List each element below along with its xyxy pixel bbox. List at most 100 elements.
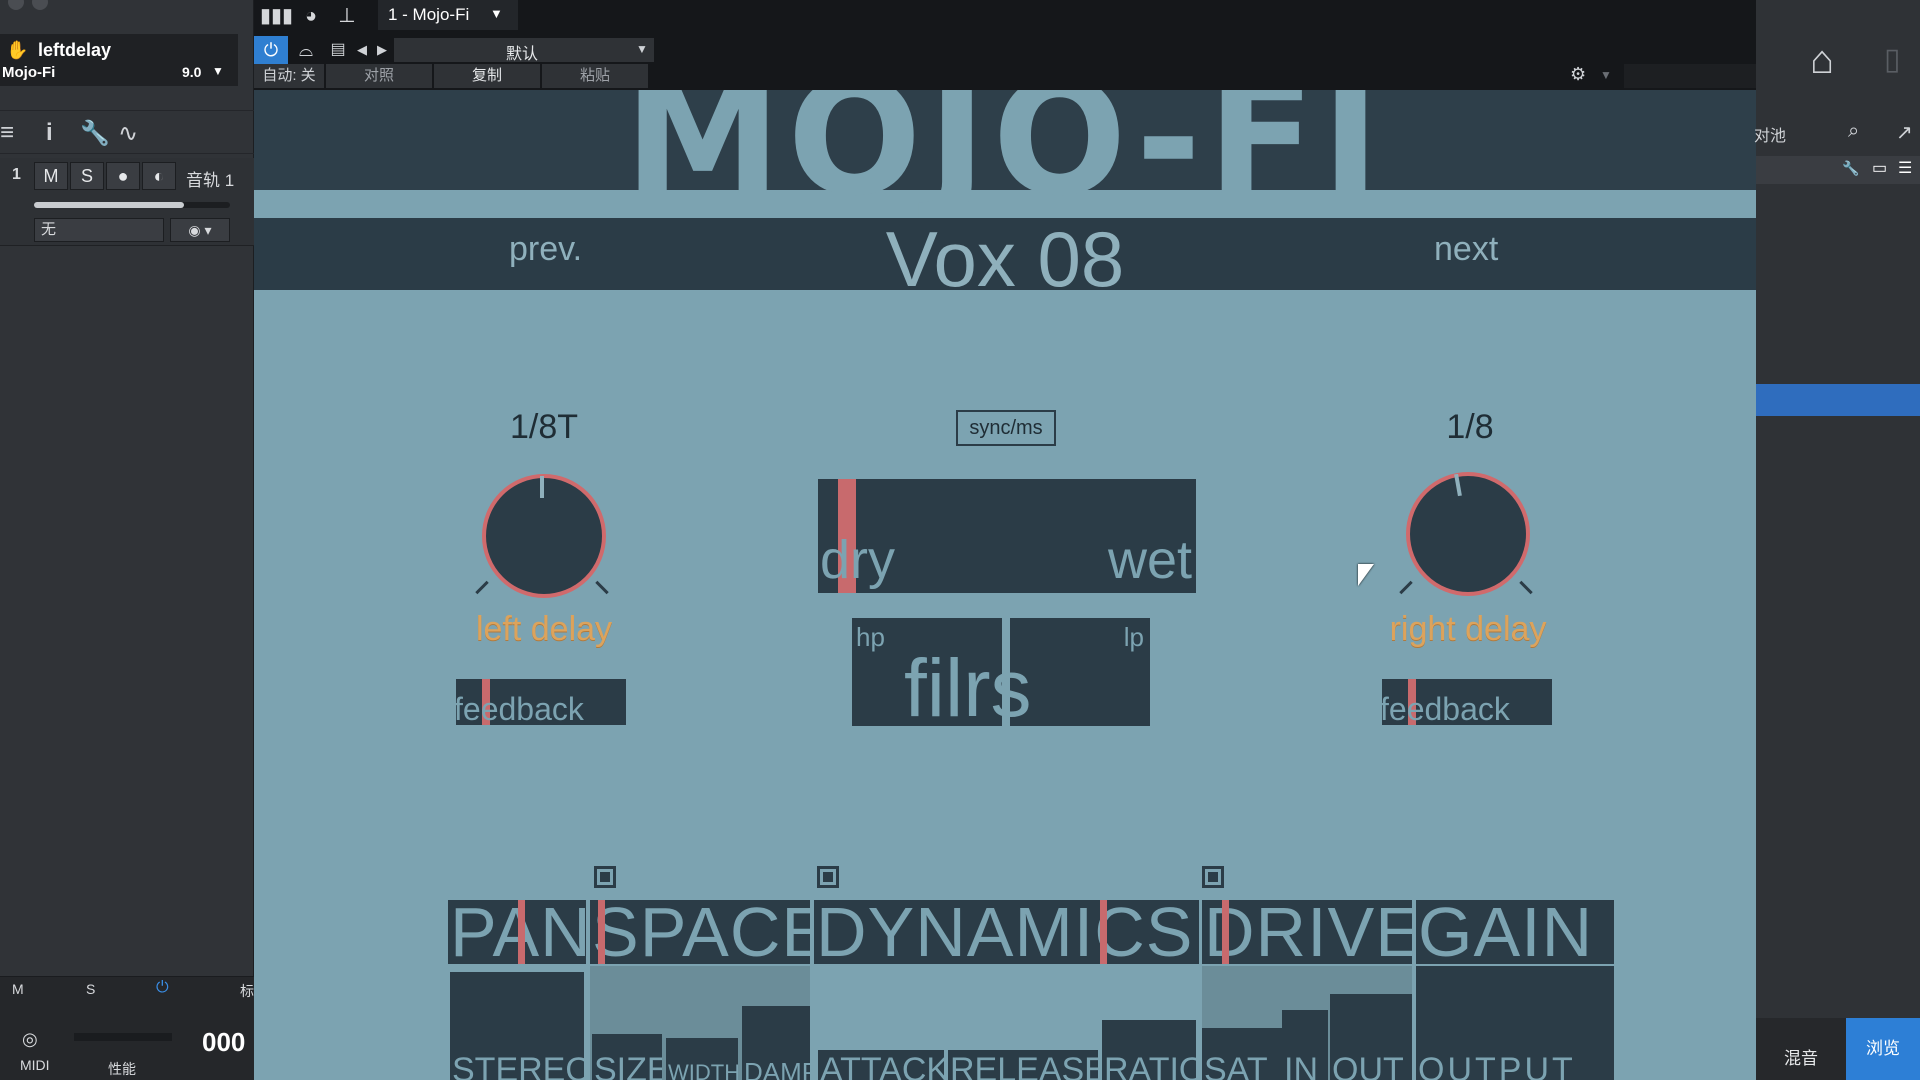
plugin-logo: MOJO-FI xyxy=(624,90,1386,231)
performance-label: 性能 xyxy=(108,1061,136,1077)
next-button[interactable]: next xyxy=(1434,230,1498,269)
version-select[interactable]: 9.0 xyxy=(182,64,201,80)
chevron-down-icon[interactable]: ▼ xyxy=(212,64,224,78)
feedback-label: feedback xyxy=(456,691,584,725)
mute-button[interactable]: M xyxy=(34,162,68,190)
right-delay-label: right delay xyxy=(1389,610,1547,648)
copy-button[interactable]: 复制 xyxy=(434,64,540,88)
dry-wet-slider[interactable]: dry wet xyxy=(818,479,1196,593)
out-bar[interactable]: OUT xyxy=(1330,994,1412,1080)
dynamics-enable-checkbox[interactable] xyxy=(817,866,839,888)
midi-icon: ◎ xyxy=(22,1029,38,1049)
monitor-button[interactable]: ◐ xyxy=(142,162,176,190)
paste-button[interactable]: 粘贴 xyxy=(542,64,648,88)
preset-select[interactable]: 默认 ▼ xyxy=(394,38,654,63)
window-close-dot[interactable] xyxy=(8,0,24,10)
chevron-down-icon[interactable]: ▼ xyxy=(636,42,648,56)
window-icon[interactable]: ▭ xyxy=(1872,158,1887,178)
space-enable-checkbox[interactable] xyxy=(594,866,616,888)
left-delay-label: left delay xyxy=(475,610,613,648)
damp-bar[interactable]: DAMP xyxy=(742,1006,810,1080)
power-icon[interactable]: ⏻ xyxy=(156,979,169,997)
home-icon[interactable]: ⌂ xyxy=(1810,38,1834,83)
nav-circle-icon[interactable]: ◕ xyxy=(296,2,326,30)
device-name: leftdelay xyxy=(38,40,112,60)
expand-icon[interactable]: ↗ xyxy=(1896,120,1913,145)
preset-name[interactable]: Vox 08 xyxy=(254,214,1756,305)
plugin-tab[interactable]: 1 - Mojo-Fi ▼ xyxy=(378,0,518,30)
drive-enable-checkbox[interactable] xyxy=(1202,866,1224,888)
output-bar[interactable]: OUTPUT xyxy=(1416,966,1614,1080)
space-section[interactable]: SPACE xyxy=(590,900,810,964)
record-button[interactable]: ● xyxy=(106,162,140,190)
chevron-down-icon[interactable]: ▼ xyxy=(490,6,503,21)
left-feedback-slider[interactable]: feedback xyxy=(456,679,626,725)
routing-icon[interactable]: ⊥ xyxy=(332,2,362,30)
chevron-down-icon[interactable]: ▼ xyxy=(1600,68,1612,82)
search-icon[interactable]: ⌕ xyxy=(1848,120,1859,143)
preset-list-icon[interactable]: ▤ xyxy=(326,36,350,64)
browse-button[interactable]: 浏览 xyxy=(1846,1018,1920,1080)
mix-button[interactable]: 混音 xyxy=(1784,1044,1818,1069)
solo-button[interactable]: S xyxy=(70,162,104,190)
volume-slider[interactable] xyxy=(34,202,230,208)
wrench-icon[interactable]: 🔧 xyxy=(80,119,110,148)
performance-meter xyxy=(74,1033,172,1041)
preset-bar: prev. Vox 08 next xyxy=(254,215,1756,303)
pool-tab[interactable]: 对池 xyxy=(1754,122,1786,146)
dynamics-section[interactable]: DYNAMICS xyxy=(814,900,1199,964)
selected-browser-item[interactable] xyxy=(1756,384,1920,416)
automation-icon[interactable]: ∿ xyxy=(118,119,138,148)
info-icon[interactable]: i xyxy=(46,119,53,147)
inspector-toolbar: ≡ i 🔧 ∿ xyxy=(0,110,254,154)
footer-mute[interactable]: M xyxy=(12,981,24,997)
release-bar[interactable]: RELEASE xyxy=(948,1050,1098,1080)
right-feedback-slider[interactable]: feedback xyxy=(1382,679,1552,725)
power-icon[interactable]: ⏻ xyxy=(254,36,288,64)
attack-bar[interactable]: ATTACK xyxy=(818,1050,944,1080)
left-delay-knob[interactable] xyxy=(482,474,606,598)
list-icon[interactable]: ≡ xyxy=(0,119,14,147)
hp-label: hp xyxy=(856,622,885,652)
page-icon[interactable]: ▯ xyxy=(1884,42,1901,77)
size-bar[interactable]: SIZE xyxy=(592,1034,662,1080)
drive-section[interactable]: DRIVE xyxy=(1202,900,1412,964)
wrench-icon[interactable]: 🔧 xyxy=(1842,160,1859,177)
toggle-icon[interactable]: ◉ ▾ xyxy=(170,218,230,242)
prev-preset-icon[interactable]: ◀ xyxy=(352,36,372,64)
width-bar[interactable]: WIDTH xyxy=(666,1038,738,1080)
auto-off-button[interactable]: 自动: 关 xyxy=(254,64,324,88)
browser-toolbar: 🔧 ▭ ☰ xyxy=(1756,156,1920,184)
filter-icon[interactable]: ☰ xyxy=(1898,158,1912,178)
mojo-fi-plugin: MOJO-FI prev. Vox 08 next 1/8T left dela… xyxy=(254,90,1756,1080)
window-minimize-dot[interactable] xyxy=(32,0,48,10)
drive-marker xyxy=(1222,900,1229,964)
feedback-label: feedback xyxy=(1382,691,1510,725)
bars-icon[interactable]: ▮▮▮ xyxy=(260,2,293,30)
right-delay-knob[interactable] xyxy=(1406,472,1530,596)
out-label: OUT xyxy=(1332,1051,1404,1080)
gain-section[interactable]: GAIN xyxy=(1416,900,1614,964)
gear-icon[interactable]: ⚙ xyxy=(1570,64,1586,85)
knob-max-tick xyxy=(595,580,609,595)
browser-panel: ⌂ ▯ 对池 ⌕ ↗ 🔧 ▭ ☰ 混音 浏览 xyxy=(1754,0,1920,1080)
hand-icon: ✋ xyxy=(6,40,29,60)
footer-solo[interactable]: S xyxy=(86,981,95,997)
dynamics-marker xyxy=(1100,900,1107,964)
knob-max-tick xyxy=(1519,580,1533,595)
gain-label: GAIN xyxy=(1418,900,1594,964)
space-marker xyxy=(598,900,605,964)
sat-bar[interactable]: SAT xyxy=(1202,1028,1282,1080)
stereo-bar[interactable]: STEREO xyxy=(450,972,584,1080)
filters-label: filrs xyxy=(904,643,1032,734)
pan-section[interactable]: PAN xyxy=(448,900,586,964)
in-bar[interactable]: IN xyxy=(1282,1010,1328,1080)
ratio-bar[interactable]: RATIO xyxy=(1102,1020,1196,1080)
sync-ms-button[interactable]: sync/ms xyxy=(956,410,1056,446)
compare-button[interactable]: 对照 xyxy=(326,64,432,88)
bypass-icon[interactable]: ⌓ xyxy=(290,36,322,64)
input-select[interactable]: 无 xyxy=(34,218,164,242)
in-label: IN xyxy=(1284,1051,1318,1080)
ratio-label: RATIO xyxy=(1104,1051,1196,1080)
next-preset-icon[interactable]: ▶ xyxy=(372,36,392,64)
